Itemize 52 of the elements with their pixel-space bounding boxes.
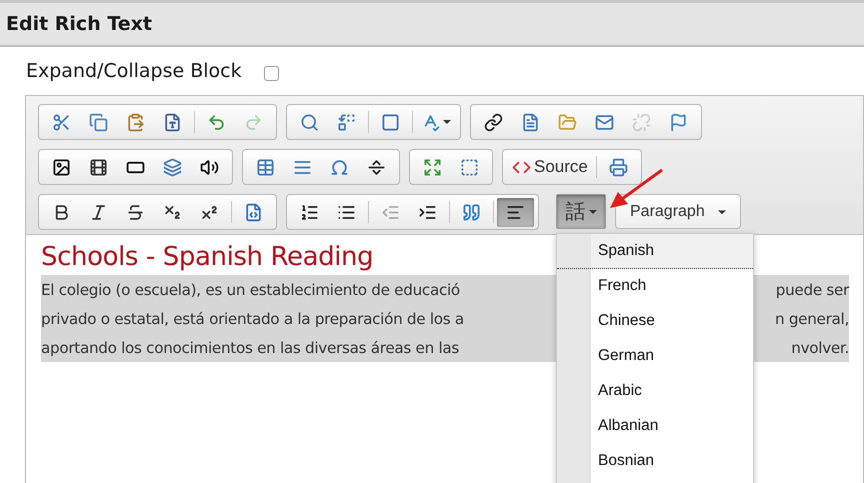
link-icon: [484, 112, 503, 132]
format-dropdown[interactable]: Paragraph: [615, 194, 741, 229]
replace-icon: [337, 112, 356, 132]
menu-item[interactable]: French: [557, 269, 753, 304]
omega-icon: [330, 158, 349, 176]
paragraph-text: nvolver.: [791, 338, 849, 356]
undo-icon: [207, 112, 226, 132]
page-break-icon: [367, 158, 386, 176]
table-icon: [256, 158, 275, 176]
caret-icon: [443, 120, 451, 124]
strikethrough-icon: [126, 202, 145, 222]
language-button[interactable]: 話: [556, 194, 606, 229]
checkbox[interactable]: [264, 66, 279, 80]
redo-icon: [244, 112, 263, 132]
paragraph-text: aportando los conocimientos en las diversas áreas en las: [41, 338, 459, 356]
select-all-icon: [381, 112, 400, 132]
iframe-icon: [163, 158, 182, 176]
speaker-icon: [200, 158, 219, 176]
show-blocks-icon: [460, 158, 479, 176]
paragraph-text: El colegio (o escuela), es un establecimiento de educació: [41, 280, 460, 298]
expand-collapse-label: Expand/Collapse Block: [26, 60, 242, 82]
quote-icon: [462, 202, 481, 222]
printer-icon: [608, 158, 628, 176]
italic-icon: [89, 202, 108, 222]
content-heading: Schools - Spanish Reading: [41, 241, 374, 274]
menu-item[interactable]: Albanian: [557, 409, 753, 444]
document-link-icon: [521, 112, 540, 132]
paragraph-text: puede ser: [776, 280, 849, 298]
flag-icon: [669, 112, 688, 132]
copy-icon: [89, 112, 108, 132]
menu-item[interactable]: Chinese: [557, 304, 753, 339]
search-icon: [300, 112, 319, 132]
menu-item[interactable]: Spanish: [557, 234, 753, 269]
image-icon: [52, 158, 71, 176]
menu-item[interactable]: Bosnian: [557, 444, 753, 479]
film-icon: [89, 158, 108, 176]
paragraph-text: privado o estatal, está orientado a la preparación de los a: [41, 310, 464, 328]
paragraph-text: n general,: [774, 310, 849, 328]
panel-title: Edit Rich Text: [6, 13, 152, 35]
menu-item[interactable]: Arabic: [557, 374, 753, 409]
html-icon: [244, 202, 263, 222]
maximize-icon: [423, 158, 442, 176]
toolbar-button[interactable]: [497, 198, 534, 226]
unlink-icon: [632, 112, 651, 132]
scissors-icon: [52, 112, 71, 132]
mail-icon: [595, 112, 614, 132]
menu-item[interactable]: German: [557, 339, 753, 374]
clipboard-icon: [126, 112, 145, 132]
folder-icon: [558, 112, 577, 132]
numbered-list-icon: [300, 202, 319, 222]
source-button[interactable]: Source: [507, 152, 593, 182]
document-icon: [163, 112, 182, 132]
